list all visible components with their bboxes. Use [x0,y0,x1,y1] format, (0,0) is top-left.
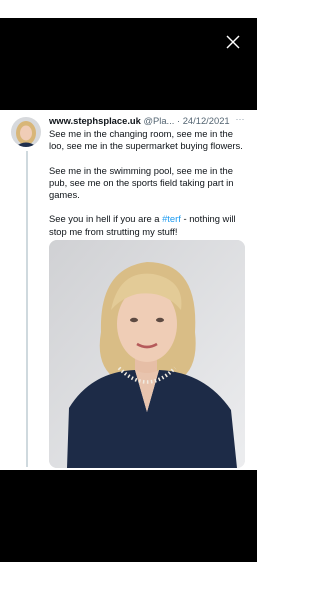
tweet-photo[interactable] [49,240,245,468]
meta-separator: · [176,115,181,126]
tweet-date[interactable]: 24/12/2021 [183,115,230,126]
hashtag-link[interactable]: #terf [162,213,181,224]
close-icon [226,35,240,49]
tweet-paragraph-1: See me in the changing room, see me in t… [49,128,243,152]
display-name[interactable]: www.stephsplace.uk [49,115,141,126]
tweet-card: www.stephsplace.uk @Pla... · 24/12/2021 … [0,110,257,470]
tweet-header: www.stephsplace.uk @Pla... · 24/12/2021 [49,114,249,128]
viewer-overlay-bottom [0,470,257,562]
tweet-paragraph-2: See me in the swimming pool, see me in t… [49,164,234,201]
viewer-overlay-top [0,18,257,110]
user-handle[interactable]: @Pla... [143,115,174,126]
close-button[interactable] [224,33,242,51]
status-strip [0,0,257,18]
thread-line [26,151,28,467]
tweet-text: See me in the changing room, see me in t… [49,128,249,250]
avatar[interactable] [11,117,41,147]
more-icon[interactable]: ··· [233,114,247,126]
tweet-paragraph-3: See you in hell if you are a #terf - not… [49,213,249,238]
paragraph-3-start: See you in hell if you are a [49,213,163,225]
